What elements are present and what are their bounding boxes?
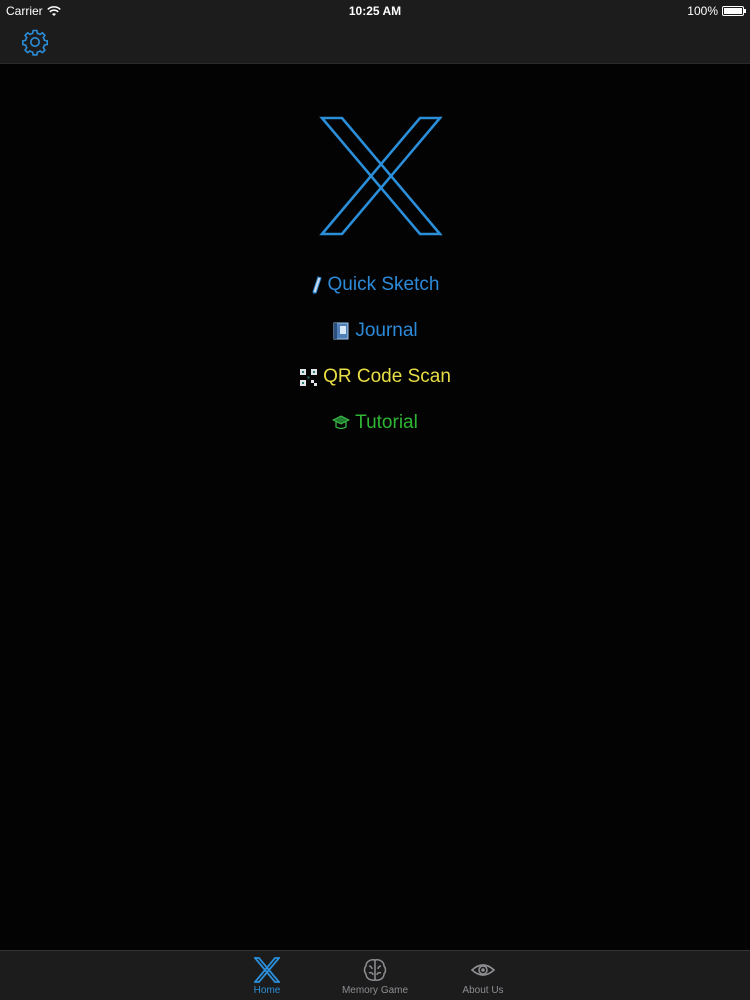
navigation-bar xyxy=(0,22,750,64)
menu-item-label: Tutorial xyxy=(355,412,418,433)
qr-code-icon xyxy=(300,368,318,386)
app-logo xyxy=(318,114,444,240)
tab-about-us[interactable]: About Us xyxy=(429,951,537,1000)
x-logo-icon xyxy=(254,957,280,983)
brain-icon xyxy=(363,959,387,981)
tab-label: About Us xyxy=(462,985,504,996)
status-right: 100% xyxy=(687,4,746,18)
battery-icon xyxy=(722,6,746,16)
pencil-icon xyxy=(311,276,322,294)
main-menu: Quick Sketch Journal QR Code Scan Tutori… xyxy=(0,262,750,446)
x-logo-icon xyxy=(319,116,443,236)
tab-home[interactable]: Home xyxy=(213,951,321,1000)
menu-item-tutorial[interactable]: Tutorial xyxy=(332,400,418,446)
status-bar: Carrier 10:25 AM 100% xyxy=(0,0,750,22)
status-time: 10:25 AM xyxy=(348,4,402,18)
battery-percent: 100% xyxy=(687,4,718,18)
tab-label: Memory Game xyxy=(341,985,409,996)
eye-icon xyxy=(470,964,496,976)
tab-memory-game[interactable]: Memory Game xyxy=(321,951,429,1000)
menu-item-quick-sketch[interactable]: Quick Sketch xyxy=(311,262,440,308)
tab-label: Home xyxy=(253,985,281,996)
notebook-icon xyxy=(333,322,349,340)
app-screen: Carrier 10:25 AM 100% Quick Sketch Journ… xyxy=(0,0,750,1000)
menu-item-journal[interactable]: Journal xyxy=(332,308,418,354)
settings-button[interactable] xyxy=(20,27,50,57)
menu-item-qr-code-scan[interactable]: QR Code Scan xyxy=(299,354,451,400)
menu-item-label: QR Code Scan xyxy=(323,366,451,387)
gear-icon xyxy=(22,29,48,56)
battery-fill xyxy=(724,8,742,14)
tab-bar: Home Memory Game About Us xyxy=(0,950,750,1000)
menu-item-label: Journal xyxy=(355,320,418,341)
graduation-cap-icon xyxy=(332,415,351,430)
menu-item-label: Quick Sketch xyxy=(327,274,440,295)
